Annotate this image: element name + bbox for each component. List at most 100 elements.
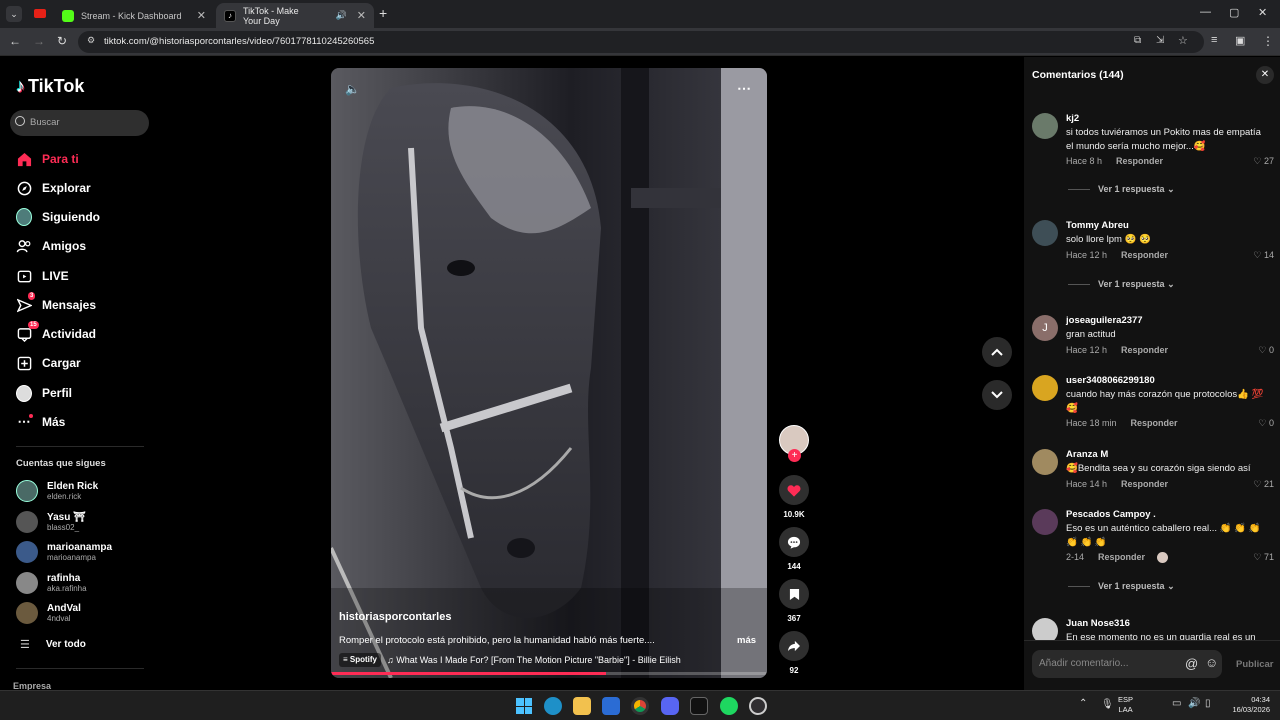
avatar[interactable] [1032, 449, 1058, 475]
site-info-icon[interactable]: ⚙ [87, 35, 95, 46]
close-tab-icon[interactable]: ✕ [357, 9, 366, 22]
view-replies-button[interactable]: Ver 1 respuesta ⌄ [1068, 581, 1175, 592]
new-tab-button[interactable]: + [379, 5, 387, 21]
creator-avatar[interactable]: + [779, 425, 809, 462]
install-icon[interactable]: ⇲ [1156, 35, 1164, 46]
comment-like-button[interactable]: ♡ 21 [1253, 479, 1274, 490]
comment-user[interactable]: Tommy Abreu [1066, 220, 1129, 231]
network-icon[interactable]: ▭ [1172, 698, 1181, 709]
nav-live[interactable]: LIVE [16, 268, 69, 284]
file-explorer-icon[interactable] [573, 697, 591, 715]
nav-para-ti[interactable]: Para ti [16, 151, 79, 167]
reply-button[interactable]: Responder [1116, 156, 1163, 166]
publish-button[interactable]: Publicar [1236, 659, 1274, 670]
comment-like-button[interactable]: ♡ 0 [1258, 345, 1274, 356]
reply-button[interactable]: Responder [1121, 345, 1168, 355]
music-title[interactable]: ♫ What Was I Made For? [From The Motion … [387, 655, 681, 665]
tab-search-button[interactable]: ⌄ [6, 6, 22, 22]
nav-mas[interactable]: ⋯ Más [16, 414, 65, 430]
audio-playing-icon[interactable]: 🔊 [336, 10, 347, 21]
edge-icon[interactable] [544, 697, 562, 715]
close-comments-button[interactable]: ✕ [1256, 66, 1274, 84]
microphone-icon[interactable]: 🎙 [1101, 699, 1114, 710]
avatar[interactable] [1032, 375, 1058, 401]
previous-video-button[interactable] [982, 337, 1012, 367]
caption-more-link[interactable]: más [737, 635, 756, 646]
tab-tiktok[interactable]: ♪ TikTok - Make Your Day 🔊 ✕ [216, 3, 374, 28]
tiktok-logo[interactable]: ♪ TikTok [16, 76, 84, 97]
bookmark-star-icon[interactable]: ☆ [1178, 34, 1188, 47]
tab-kick-dashboard[interactable]: Stream - Kick Dashboard ✕ [54, 3, 214, 28]
nav-perfil[interactable]: Perfil [16, 384, 72, 402]
chrome-icon[interactable] [631, 697, 649, 715]
next-video-button[interactable] [982, 380, 1012, 410]
followed-account[interactable]: rafinha aka.rafinha [16, 572, 87, 594]
reading-list-icon[interactable]: ≡ [1211, 34, 1217, 46]
nav-cargar[interactable]: Cargar [16, 355, 81, 371]
save-button[interactable]: 367 [779, 579, 809, 623]
video-author[interactable]: historiasporcontarles [339, 611, 451, 623]
volume-icon[interactable]: 🔊 [1188, 698, 1200, 709]
forward-icon[interactable]: → [33, 34, 45, 48]
close-window-icon[interactable]: ✕ [1258, 6, 1267, 19]
tray-chevron-up-icon[interactable]: ⌃ [1079, 698, 1087, 709]
nav-amigos[interactable]: Amigos [16, 238, 86, 254]
followed-account[interactable]: marioanampa marioanampa [16, 541, 112, 563]
avatar[interactable]: J [1032, 315, 1058, 341]
reply-button[interactable]: Responder [1131, 418, 1178, 428]
terminal-icon[interactable] [690, 697, 708, 715]
translate-icon[interactable]: ⧉ [1134, 35, 1141, 46]
video-more-icon[interactable]: ⋯ [737, 80, 751, 97]
avatar[interactable] [1032, 220, 1058, 246]
follow-plus-icon[interactable]: + [788, 449, 801, 462]
reload-icon[interactable]: ↻ [57, 34, 67, 48]
comment-button[interactable]: 144 [779, 527, 809, 571]
windows-start-icon[interactable] [515, 697, 533, 715]
youtube-tab-icon[interactable] [34, 9, 46, 18]
comment-like-button[interactable]: ♡ 27 [1253, 156, 1274, 167]
comment-user[interactable]: user3408066299180 [1066, 375, 1155, 386]
url-field[interactable]: ⚙ tiktok.com/@historiasporcontarles/vide… [78, 31, 1204, 53]
comment-like-button[interactable]: ♡ 14 [1253, 250, 1274, 261]
nav-actividad[interactable]: 15 Actividad [16, 321, 96, 342]
menu-icon[interactable]: ⋮ [1262, 34, 1274, 48]
obs-icon[interactable] [749, 697, 767, 715]
search-input[interactable]: Buscar [10, 110, 149, 136]
nav-mensajes[interactable]: 3 Mensajes [16, 292, 96, 313]
avatar[interactable] [1032, 509, 1058, 535]
mail-icon[interactable] [602, 697, 620, 715]
comment-user[interactable]: kj2 [1066, 113, 1079, 124]
clock[interactable]: 04:34 16/03/2026 [1220, 695, 1270, 715]
comment-user[interactable]: Aranza M [1066, 449, 1108, 460]
avatar[interactable] [1032, 113, 1058, 139]
reply-button[interactable]: Responder [1121, 250, 1168, 260]
nav-explorar[interactable]: Explorar [16, 180, 91, 196]
music-source-badge[interactable]: ≡ Spotify [339, 653, 381, 667]
battery-icon[interactable]: ▯ [1205, 698, 1211, 709]
discord-icon[interactable] [661, 697, 679, 715]
comment-input[interactable]: Añadir comentario... @ ☺ [1032, 650, 1222, 678]
see-all-link[interactable]: ☰ Ver todo [16, 638, 86, 651]
share-button[interactable]: 92 [779, 631, 809, 675]
comment-like-button[interactable]: ♡ 71 [1253, 552, 1274, 563]
view-replies-button[interactable]: Ver 1 respuesta ⌄ [1068, 279, 1175, 290]
back-icon[interactable]: ← [9, 34, 21, 48]
minimize-icon[interactable]: — [1200, 6, 1211, 18]
video-player[interactable]: 🔈 ⋯ historiasporcontarles Romper el prot… [331, 68, 767, 678]
followed-account[interactable]: AndVal 4ndval [16, 602, 81, 624]
mention-icon[interactable]: @ [1185, 656, 1198, 671]
like-button[interactable]: 10.9K [779, 475, 809, 519]
avatar[interactable] [1032, 618, 1058, 640]
comment-user[interactable]: Juan Nose316 [1066, 618, 1130, 629]
comment-user[interactable]: joseaguilera2377 [1066, 315, 1143, 326]
nav-siguiendo[interactable]: Siguiendo [16, 208, 100, 226]
extension-icon[interactable]: ▣ [1235, 34, 1245, 47]
close-tab-icon[interactable]: ✕ [197, 9, 206, 22]
reply-button[interactable]: Responder [1121, 479, 1168, 489]
video-progress-track[interactable] [331, 672, 767, 675]
followed-account[interactable]: Elden Rick elden.rick [16, 480, 98, 502]
view-replies-button[interactable]: Ver 1 respuesta ⌄ [1068, 184, 1175, 195]
reply-button[interactable]: Responder [1098, 552, 1145, 562]
language-indicator[interactable]: ESP LAA [1118, 695, 1133, 715]
spotify-icon[interactable] [720, 697, 738, 715]
